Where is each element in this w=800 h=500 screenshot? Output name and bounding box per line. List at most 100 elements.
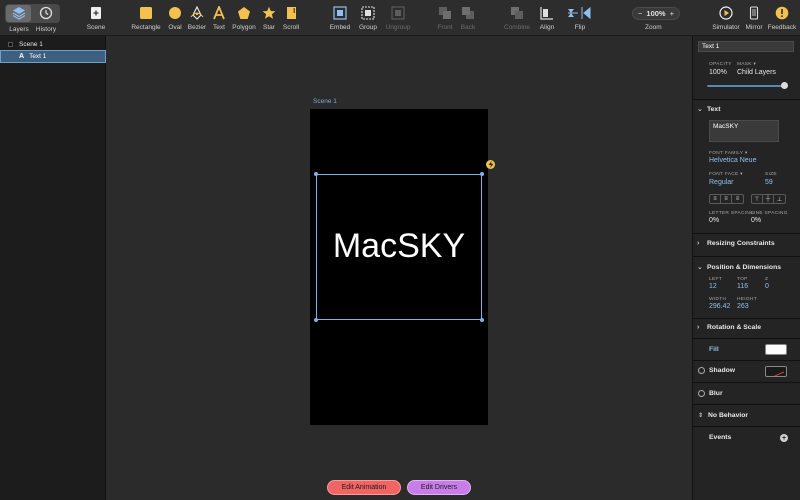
height-value[interactable]: 263 — [737, 303, 749, 310]
font-face-caption[interactable]: FONT FACE ▾ — [709, 172, 743, 177]
behavior-row[interactable]: ⇕ No Behavior — [698, 412, 748, 419]
flip-button[interactable]: Flip — [566, 3, 594, 33]
mask-caption[interactable]: MASK ▾ — [737, 62, 756, 67]
events-label: Events — [709, 434, 732, 441]
position-section-header[interactable]: ⌄ Position & Dimensions — [697, 263, 781, 272]
zoom-control[interactable]: − 100% + — [632, 7, 680, 20]
opacity-slider[interactable] — [707, 85, 787, 87]
combine-label: Combine — [503, 24, 530, 31]
font-family-value[interactable]: Helvetica Neue — [709, 157, 756, 164]
scene-button[interactable]: Scene — [86, 3, 106, 33]
shadow-label: Shadow — [709, 367, 736, 374]
feedback-button[interactable]: Feedback — [767, 3, 797, 33]
z-value[interactable]: 0 — [765, 283, 769, 290]
resizing-section-header[interactable]: › Resizing Constraints — [697, 240, 775, 247]
text-section-header[interactable]: ⌄ Text — [697, 105, 720, 114]
add-event-icon[interactable]: + — [780, 434, 788, 442]
selection-box[interactable] — [316, 174, 482, 320]
phone-icon — [746, 5, 762, 21]
scroll-label: Scroll — [282, 24, 300, 31]
shadow-toggle[interactable] — [698, 367, 705, 374]
align-right-icon[interactable]: ≡ — [732, 195, 743, 203]
ungroup-button[interactable]: Ungroup — [384, 3, 412, 33]
layers-button[interactable]: Layers — [8, 3, 30, 33]
mirror-button[interactable]: Mirror — [743, 3, 765, 33]
bezier-tool[interactable]: Bezier — [187, 3, 207, 33]
send-back-icon — [460, 5, 476, 21]
star-tool[interactable]: Star — [261, 3, 277, 33]
scene-label: Scene — [86, 24, 106, 31]
layer-name-field[interactable]: Text 1 — [698, 41, 794, 52]
align-top-icon[interactable]: ⊤ — [752, 195, 763, 203]
letter-spacing-caption: LETTER SPACING — [709, 211, 755, 216]
align-center-icon[interactable]: ≡ — [721, 195, 732, 203]
layers-label: Layers — [9, 26, 29, 33]
combine-button[interactable]: Combine — [502, 3, 532, 33]
opacity-slider-knob[interactable] — [781, 82, 788, 89]
align-bottom-icon[interactable]: ⊥ — [774, 195, 785, 203]
blur-toggle[interactable] — [698, 390, 705, 397]
edit-drivers-button[interactable]: Edit Drivers — [407, 480, 471, 495]
opacity-value[interactable]: 100% — [709, 69, 727, 76]
layer-text-row[interactable]: A Text 1 — [0, 50, 106, 63]
bring-front-icon — [437, 5, 453, 21]
align-middle-icon[interactable]: ┼ — [763, 195, 774, 203]
divider — [693, 233, 800, 234]
size-value[interactable]: 59 — [765, 179, 773, 186]
opacity-caption: OPACITY — [709, 62, 732, 67]
resize-handle-top-right[interactable] — [480, 172, 484, 176]
letter-spacing-value[interactable]: 0% — [709, 217, 719, 224]
chevron-right-icon: › — [697, 240, 700, 247]
bezier-label: Bezier — [187, 24, 207, 31]
history-label: History — [35, 26, 57, 33]
zoom-value: 100% — [646, 9, 666, 18]
scene-layer-icon — [8, 42, 13, 47]
alert-icon — [774, 5, 790, 21]
zoom-in-button[interactable]: + — [670, 9, 674, 18]
line-spacing-value[interactable]: 0% — [751, 217, 761, 224]
align-left-icon[interactable]: ≡ — [710, 195, 721, 203]
left-value[interactable]: 12 — [709, 283, 717, 290]
blur-row[interactable]: Blur — [698, 390, 723, 397]
width-value[interactable]: 296.42 — [709, 303, 730, 310]
shadow-color-swatch[interactable] — [765, 366, 787, 377]
edit-animation-button[interactable]: Edit Animation — [327, 480, 401, 495]
history-button[interactable]: History — [34, 3, 58, 33]
lightning-icon[interactable] — [486, 160, 495, 169]
rectangle-icon — [138, 5, 154, 21]
simulator-button[interactable]: Simulator — [711, 3, 741, 33]
rotation-section-header[interactable]: › Rotation & Scale — [697, 324, 761, 331]
ungroup-icon — [390, 5, 406, 21]
front-button[interactable]: Front — [436, 3, 454, 33]
resize-handle-bottom-right[interactable] — [480, 318, 484, 322]
resize-handle-top-left[interactable] — [314, 172, 318, 176]
resize-handle-bottom-left[interactable] — [314, 318, 318, 322]
zoom-out-button[interactable]: − — [638, 9, 642, 18]
text-tool-label: Text — [213, 24, 225, 31]
toolbar: Layers History Scene Rectangle Oval Bezi… — [0, 0, 800, 36]
up-down-chevron-icon: ⇕ — [698, 413, 704, 419]
text-tool[interactable]: Text — [211, 3, 227, 33]
fill-color-swatch[interactable] — [765, 344, 787, 355]
layers-panel: Scene 1 A Text 1 — [0, 36, 106, 500]
artboard-scene-label[interactable]: Scene 1 — [313, 98, 337, 105]
font-face-value[interactable]: Regular — [709, 179, 734, 186]
back-button[interactable]: Back — [459, 3, 477, 33]
divider — [693, 360, 800, 361]
blur-label: Blur — [709, 390, 723, 397]
embed-button[interactable]: Embed — [328, 3, 352, 33]
mask-value[interactable]: Child Layers — [737, 69, 776, 76]
group-label: Group — [358, 24, 378, 31]
shadow-row[interactable]: Shadow — [698, 367, 735, 374]
font-family-caption[interactable]: FONT FAMILY ▾ — [709, 151, 748, 156]
play-icon — [718, 5, 734, 21]
text-content-field[interactable]: MacSKY — [709, 120, 779, 142]
group-button[interactable]: Group — [357, 3, 379, 33]
top-value[interactable]: 116 — [737, 283, 748, 290]
rectangle-tool[interactable]: Rectangle — [130, 3, 162, 33]
scroll-tool[interactable]: Scroll — [281, 3, 301, 33]
align-button[interactable]: Align — [538, 3, 556, 33]
oval-tool[interactable]: Oval — [166, 3, 184, 33]
polygon-tool[interactable]: Polygon — [231, 3, 257, 33]
mirror-label: Mirror — [745, 24, 763, 31]
